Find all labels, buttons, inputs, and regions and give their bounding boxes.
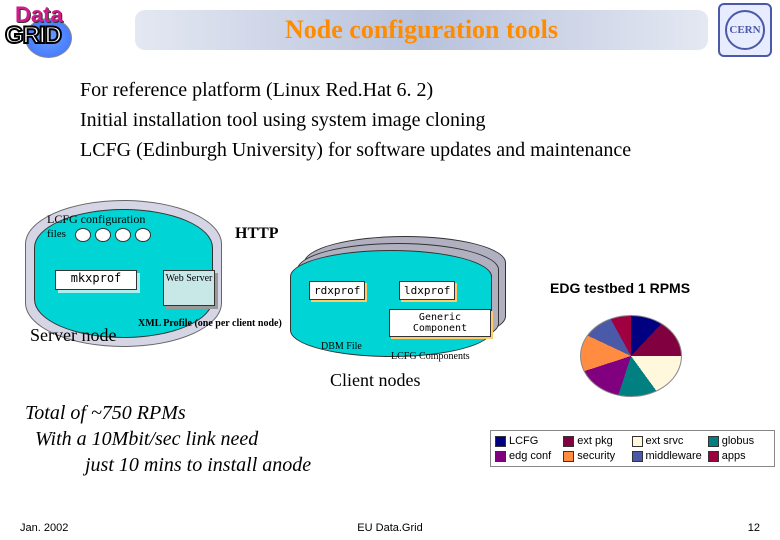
xml-profile-label: XML Profile (one per client node) [138,318,282,330]
mkxprof-box: mkxprof [55,270,137,290]
bullet-2: Initial installation tool using system i… [80,105,710,135]
files-label: files [47,228,66,240]
legend-swatch [632,451,643,462]
slide-header: Data GRID Node configuration tools CERN [0,0,780,60]
legend-label: apps [722,450,746,462]
footer-date: Jan. 2002 [20,522,68,534]
legend-item: middleware [632,450,702,462]
bullet-1: For reference platform (Linux Red.Hat 6.… [80,75,710,105]
client-stack: rdxprof ldxprof Generic Component DBM Fi… [290,240,490,360]
legend-item: ext srvc [632,435,702,447]
legend-swatch [708,451,719,462]
datagrid-logo: Data GRID [5,0,125,60]
bullet-content: For reference platform (Linux Red.Hat 6.… [0,60,780,165]
pie-chart [580,315,682,397]
lcfg-components-label: LCFG Components [391,351,470,362]
title-bar: Node configuration tools [135,10,708,50]
pie-title: EDG testbed 1 RPMS [550,280,690,296]
file-icons [75,228,151,242]
summary-text: Total of ~750 RPMs With a 10Mbit/sec lin… [25,400,311,478]
legend-label: security [577,450,615,462]
generic-component-box: Generic Component [389,309,491,337]
http-label: HTTP [235,225,279,243]
legend-swatch [495,451,506,462]
legend-label: middleware [646,450,702,462]
file-icon [135,228,151,242]
legend-label: ext pkg [577,435,612,447]
webserver-box: Web Server [163,270,215,306]
legend-item: edg conf [495,450,557,462]
legend-item: LCFG [495,435,557,447]
logo-text-grid: GRID [5,22,61,50]
legend-swatch [563,436,574,447]
legend-swatch [495,436,506,447]
legend-item: globus [708,435,770,447]
client-panel-front: rdxprof ldxprof Generic Component DBM Fi… [290,250,492,357]
rdxprof-box: rdxprof [309,281,365,300]
dbm-file-label: DBM File [321,341,362,352]
bullet-3: LCFG (Edinburgh University) for software… [80,135,710,165]
summary-line-3: just 10 mins to install anode [85,452,311,478]
footer-project: EU Data.Grid [357,522,422,534]
legend-swatch [563,451,574,462]
summary-line-2: With a 10Mbit/sec link need [35,426,311,452]
client-nodes-label: Client nodes [330,370,421,391]
cern-text: CERN [729,24,760,36]
diagram: LCFG configuration files mkxprof Web Ser… [10,200,770,400]
lcfg-config-label: LCFG configuration [47,212,145,227]
pie-legend: LCFG ext pkg ext srvc globus edg conf securit… [490,430,775,467]
legend-label: LCFG [509,435,538,447]
legend-item: apps [708,450,770,462]
legend-item: security [563,450,625,462]
footer-page: 12 [748,522,760,534]
legend-label: ext srvc [646,435,684,447]
legend-swatch [708,436,719,447]
legend-swatch [632,436,643,447]
legend-item: ext pkg [563,435,625,447]
cern-logo: CERN [718,3,772,57]
server-node-label: Server node [30,325,116,346]
ldxprof-box: ldxprof [399,281,455,300]
footer: Jan. 2002 EU Data.Grid 12 [0,522,780,534]
legend-label: globus [722,435,754,447]
file-icon [115,228,131,242]
summary-line-1: Total of ~750 RPMs [25,400,311,426]
slide-title: Node configuration tools [285,15,558,45]
file-icon [75,228,91,242]
file-icon [95,228,111,242]
legend-label: edg conf [509,450,551,462]
